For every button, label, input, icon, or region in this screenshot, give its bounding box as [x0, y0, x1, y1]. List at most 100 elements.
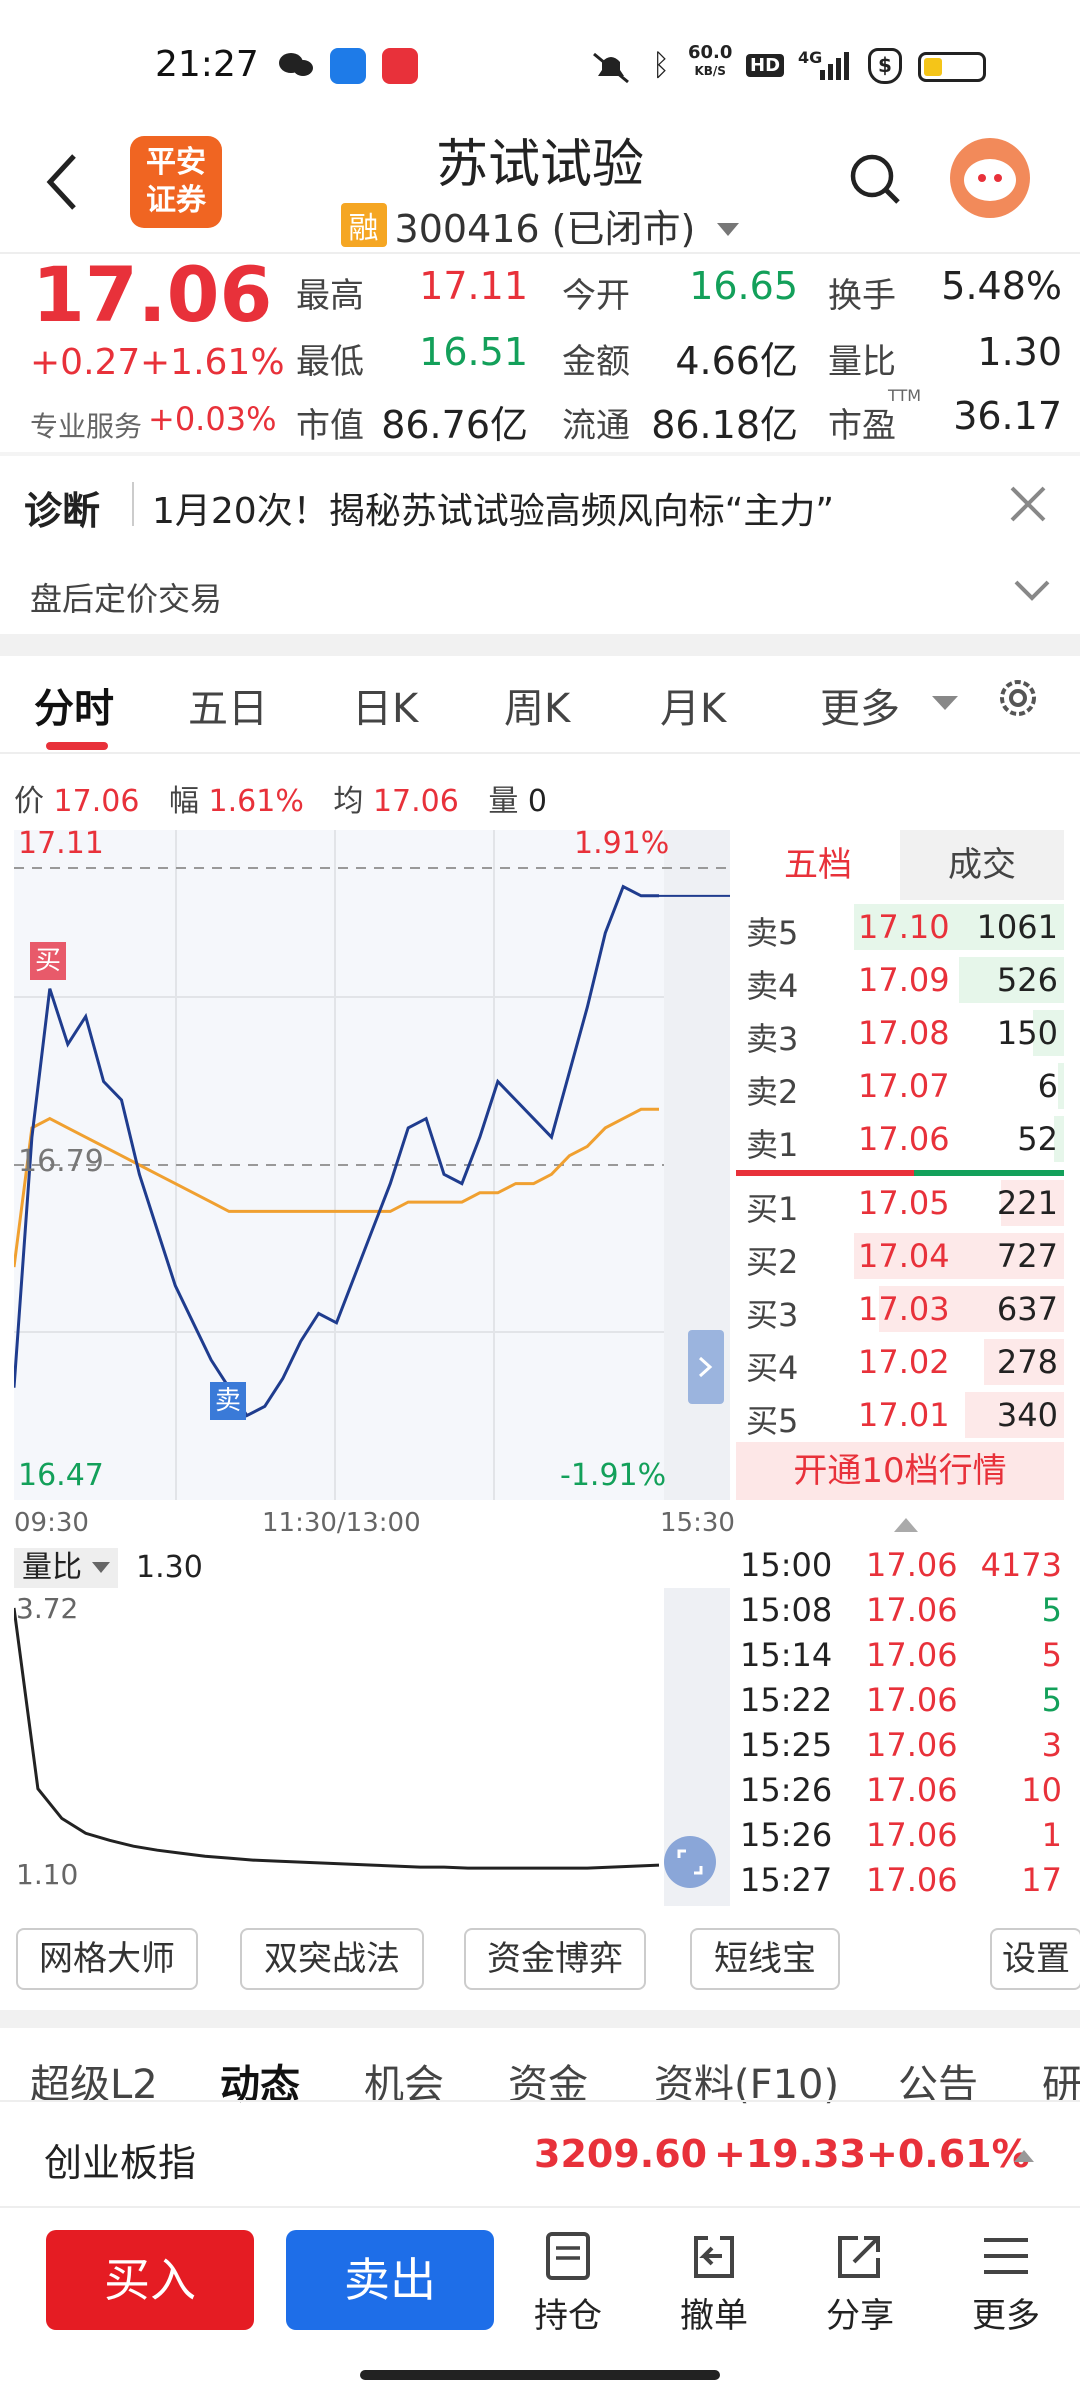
- sell-button[interactable]: 卖出: [286, 2230, 494, 2330]
- index-pct: +0.61%: [866, 2132, 1030, 2176]
- buy-marker[interactable]: 买: [30, 942, 66, 980]
- bid-label: 买2: [746, 1243, 799, 1281]
- trade-volume: 5: [1041, 1681, 1062, 1719]
- tool-button[interactable]: 网格大师: [16, 1928, 198, 1990]
- trade-volume: 17: [1021, 1861, 1062, 1899]
- close-icon: [1010, 486, 1046, 522]
- trade-volume: 5: [1041, 1636, 1062, 1674]
- index-name[interactable]: 创业板指: [44, 2132, 196, 2187]
- volume-ratio-chart[interactable]: [14, 1588, 730, 1906]
- tab-five-level[interactable]: 五档: [736, 830, 900, 900]
- share-button[interactable]: 分享: [812, 2230, 908, 2340]
- ask-price: 17.08: [858, 1014, 950, 1052]
- battery-icon: [918, 52, 986, 82]
- wechat-icon: [278, 50, 314, 80]
- undo-order-icon: [694, 2236, 734, 2278]
- tab-4[interactable]: 月K: [660, 676, 726, 734]
- sell-marker[interactable]: 卖: [210, 1382, 246, 1420]
- expand-button[interactable]: [1012, 576, 1052, 606]
- trade-volume: 1: [1041, 1816, 1062, 1854]
- home-indicator[interactable]: [360, 2370, 720, 2380]
- trade-time: 15:22: [740, 1681, 833, 1719]
- close-button[interactable]: [1006, 482, 1050, 526]
- settings-button[interactable]: [994, 674, 1042, 722]
- buy-button[interactable]: 买入: [46, 2230, 254, 2330]
- trade-price: 17.06: [866, 1771, 958, 1809]
- quote-value: 17.11: [419, 264, 528, 308]
- tool-button[interactable]: 设置: [990, 1928, 1080, 1990]
- assistant-avatar[interactable]: [950, 138, 1030, 218]
- tool-button[interactable]: 资金博弈: [464, 1928, 646, 1990]
- more-button[interactable]: 更多: [958, 2230, 1054, 2340]
- price-change-pct: +1.61%: [140, 342, 285, 383]
- vr-min-label: 1.10: [16, 1858, 79, 1891]
- tab-5[interactable]: 更多: [820, 676, 900, 734]
- quote-label: 量比: [828, 342, 896, 382]
- bid-label: 买4: [746, 1349, 799, 1387]
- caret-up-icon: [1014, 2150, 1034, 2162]
- chevron-down-icon: [1014, 580, 1050, 601]
- ask-volume: 150: [996, 1014, 1058, 1052]
- expand-panel-button[interactable]: [688, 1330, 724, 1404]
- ask-depth-bar: [1058, 1063, 1064, 1109]
- bid-volume: 340: [996, 1396, 1058, 1434]
- price-mid-label: 16.79: [18, 1144, 104, 1179]
- fullscreen-button[interactable]: [664, 1836, 716, 1888]
- index-change: +19.33: [714, 2132, 867, 2176]
- bid-label: 买5: [746, 1402, 799, 1440]
- bid-volume: 727: [996, 1237, 1058, 1275]
- tool-button[interactable]: 短线宝: [690, 1928, 840, 1990]
- tool-button[interactable]: 双突战法: [240, 1928, 424, 1990]
- quote-value: 86.18亿: [651, 403, 798, 447]
- stock-code-status[interactable]: 融 300416 (已闭市): [0, 198, 1080, 253]
- trade-time: 15:25: [740, 1726, 833, 1764]
- volume-ratio-value: 1.30: [136, 1550, 203, 1585]
- diag-separator: [132, 482, 134, 526]
- quote-value: 1.30: [977, 330, 1062, 374]
- trade-price: 17.06: [866, 1546, 958, 1584]
- stock-name: 苏试试验: [435, 135, 644, 195]
- bid-price: 17.01: [858, 1396, 950, 1434]
- trade-price: 17.06: [866, 1861, 958, 1899]
- bid-price: 17.02: [858, 1343, 950, 1381]
- tab-0[interactable]: 分时: [34, 676, 114, 734]
- volume-ratio-selector[interactable]: 量比: [14, 1548, 118, 1588]
- quote-label: 市盈: [828, 406, 896, 446]
- diag-headline[interactable]: 1月20次！揭秘苏试试验高频风向标“主力”: [152, 482, 834, 534]
- after-hours-trading[interactable]: 盘后定价交易: [30, 574, 222, 620]
- holdings-button[interactable]: 持仓: [520, 2230, 616, 2340]
- quote-value: 16.51: [419, 330, 528, 374]
- quote-label: 最高: [296, 276, 364, 316]
- scroll-up-icon[interactable]: [894, 1518, 918, 1532]
- trade-volume: 5: [1041, 1591, 1062, 1629]
- chevron-right-icon: [698, 1356, 713, 1378]
- cancel-order-button[interactable]: 撤单: [666, 2230, 762, 2340]
- tab-3[interactable]: 周K: [504, 676, 570, 734]
- trade-volume: 10: [1021, 1771, 1062, 1809]
- ask-price: 17.07: [858, 1067, 950, 1105]
- tab-2[interactable]: 日K: [352, 676, 418, 734]
- open-l2-button[interactable]: 开通10档行情: [736, 1442, 1064, 1500]
- ask-volume: 1061: [976, 908, 1058, 946]
- quote-value: 4.66亿: [675, 339, 798, 383]
- trade-price: 17.06: [866, 1726, 958, 1764]
- tab-trades[interactable]: 成交: [900, 830, 1064, 900]
- price-chart[interactable]: [14, 830, 730, 1500]
- spread-line: [914, 1170, 1064, 1176]
- quote-label: 流通: [562, 406, 630, 446]
- tab-1[interactable]: 五日: [188, 676, 268, 734]
- quote-label: 市值: [296, 406, 364, 446]
- price-max-label: 17.11: [18, 826, 104, 861]
- bid-price: 17.05: [858, 1184, 950, 1222]
- menu-icon: [984, 2238, 1028, 2274]
- bluetooth-icon: ᛒ: [652, 48, 670, 83]
- search-button[interactable]: [846, 150, 904, 208]
- time-end: 15:30: [660, 1508, 735, 1538]
- ask-label: 卖4: [746, 967, 799, 1005]
- pct-max-label: 1.91%: [574, 826, 670, 861]
- price-min-label: 16.47: [18, 1458, 104, 1493]
- quote-label: 换手: [828, 276, 896, 316]
- index-value: 3209.60: [534, 2132, 708, 2176]
- bid-volume: 221: [996, 1184, 1058, 1222]
- trade-price: 17.06: [866, 1591, 958, 1629]
